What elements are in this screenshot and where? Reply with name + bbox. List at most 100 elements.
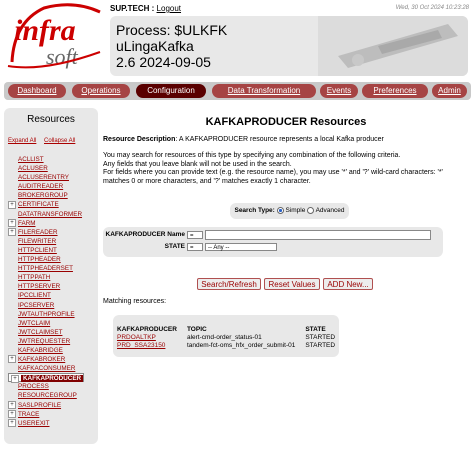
expand-toggle-icon[interactable]: +: [8, 409, 16, 418]
sidebar-item-label: FILEWRITER: [18, 237, 57, 245]
simple-radio[interactable]: [276, 206, 284, 214]
expand-all-link[interactable]: Expand All: [8, 138, 36, 144]
sidebar-item-jwtauthprofile[interactable]: JWTAUTHPROFILE: [8, 310, 82, 319]
search-type-label: Search Type:: [234, 207, 275, 214]
sidebar-item-auditreader[interactable]: AUDITREADER: [8, 182, 82, 191]
sidebar-item-acluserentry[interactable]: ACLUSERENTRY: [8, 173, 82, 182]
resources-sidebar: Resources Expand All Collapse All ACLLIS…: [4, 108, 98, 444]
sidebar-item-trace[interactable]: + TRACE: [8, 409, 82, 419]
tab-dashboard[interactable]: Dashboard: [8, 84, 66, 98]
sidebar-item-label: HTTPPATH: [18, 274, 51, 282]
resource-link[interactable]: PRD_SSA23150: [117, 341, 187, 349]
sidebar-item-datatransformer[interactable]: DATATRANSFORMER: [8, 210, 82, 219]
main-navigation: Dashboard Operations Configuration Data …: [4, 82, 471, 100]
sidebar-item-label: KAFKABRIDGE: [18, 346, 63, 354]
tab-events[interactable]: Events: [320, 84, 358, 98]
name-input[interactable]: [205, 230, 431, 240]
sidebar-item-ipcserver[interactable]: IPCSERVER: [8, 301, 82, 310]
sidebar-item-label: IPCSERVER: [18, 301, 55, 309]
sidebar-item-label: DATATRANSFORMER: [18, 210, 83, 218]
sidebar-item-label: ACLUSERENTRY: [18, 174, 69, 182]
sidebar-item-kafkabroker[interactable]: + KAFKABROKER: [8, 355, 82, 364]
help-text-3: For fields where you can provide text (e…: [103, 169, 443, 185]
sidebar-item-acllist[interactable]: ACLLIST: [8, 155, 82, 164]
search-type-box: Search Type: Simple Advanced: [230, 203, 349, 219]
sidebar-item-label: BROKERGROUP: [18, 192, 68, 200]
sidebar-item-label: JWTAUTHPROFILE: [18, 310, 75, 318]
expand-toggle-icon[interactable]: +: [8, 355, 16, 364]
reset-values-button[interactable]: Reset Values: [264, 278, 320, 290]
sidebar-item-ipcclient[interactable]: IPCCLIENT: [8, 291, 82, 300]
sidebar-item-label: JWTCLAIM: [18, 319, 51, 327]
name-operator-select[interactable]: =: [187, 231, 203, 239]
results-panel: KAFKAPRODUCER TOPIC STATE PRDOALTKP aler…: [113, 315, 339, 357]
collapse-all-link[interactable]: Collapse All: [44, 138, 75, 144]
state-cell: STARTED: [305, 333, 336, 341]
sidebar-item-farm[interactable]: + FARM: [8, 218, 82, 228]
search-refresh-button[interactable]: Search/Refresh: [197, 278, 261, 290]
expand-toggle-icon[interactable]: +: [8, 200, 16, 209]
logout-link[interactable]: Logout: [157, 4, 181, 13]
tab-admin[interactable]: Admin: [432, 84, 467, 98]
expand-toggle-icon[interactable]: +: [11, 374, 19, 383]
sidebar-item-userexit[interactable]: + USEREXIT: [8, 419, 82, 428]
sidebar-item-label: CERTIFICATE: [18, 201, 59, 209]
sidebar-item-label: HTTPHEADER: [18, 256, 61, 264]
sidebar-item-label: KAFKAPRODUCER: [21, 375, 84, 383]
sidebar-item-filereader[interactable]: + FILEREADER: [8, 228, 82, 237]
sidebar-item-label: KAFKABROKER: [18, 356, 66, 364]
sidebar-item-label: HTTPSERVER: [18, 283, 61, 291]
sidebar-item-httpclient[interactable]: HTTPCLIENT: [8, 246, 82, 255]
sidebar-item-label: PROCESS: [18, 383, 49, 391]
expand-toggle-icon[interactable]: +: [8, 419, 16, 428]
sidebar-item-certificate[interactable]: + CERTIFICATE: [8, 200, 82, 209]
advanced-radio[interactable]: [307, 206, 315, 214]
help-text-1: You may search for resources of this typ…: [103, 152, 401, 159]
tab-operations[interactable]: Operations: [72, 84, 130, 98]
table-row: PRD_SSA23150 tandem-fct-oms_hfx_order_su…: [117, 341, 345, 349]
sidebar-item-jwtclaimset[interactable]: JWTCLAIMSET: [8, 328, 82, 337]
sidebar-item-httpheader[interactable]: HTTPHEADER: [8, 255, 82, 264]
state-cell: STARTED: [305, 341, 336, 349]
description-label: Resource Description: [103, 136, 176, 143]
add-new-button[interactable]: ADD New...: [323, 278, 373, 290]
table-row: PRDOALTKP alert-cmd-order_status-01 STAR…: [117, 333, 345, 341]
tab-configuration[interactable]: Configuration: [136, 84, 206, 98]
sidebar-title: Resources: [27, 114, 75, 125]
sidebar-item-label: FILEREADER: [18, 228, 58, 236]
expand-toggle-icon[interactable]: +: [8, 228, 16, 237]
sidebar-item-label: ACLUSER: [18, 165, 48, 173]
sidebar-item-httpserver[interactable]: HTTPSERVER: [8, 282, 82, 291]
process-banner: Process: $ULKFK uLingaKafka 2.6 2024-09-…: [110, 16, 468, 76]
sidebar-item-saslprofile[interactable]: + SASLPROFILE: [8, 400, 82, 410]
results-table: KAFKAPRODUCER TOPIC STATE PRDOALTKP aler…: [117, 325, 345, 349]
tab-preferences[interactable]: Preferences: [362, 84, 428, 98]
sidebar-item-kafkaproducer[interactable]: + KAFKAPRODUCER: [8, 373, 85, 383]
sidebar-item-httppath[interactable]: HTTPPATH: [8, 273, 82, 282]
sidebar-item-label: TRACE: [18, 410, 40, 418]
expand-toggle-icon[interactable]: +: [8, 218, 16, 227]
sidebar-item-brokergroup[interactable]: BROKERGROUP: [8, 191, 82, 200]
search-form: KAFKAPRODUCER Name = STATE = -- Any --: [103, 227, 443, 257]
sidebar-item-httpheaderset[interactable]: HTTPHEADERSET: [8, 264, 82, 273]
state-operator-select[interactable]: =: [187, 243, 203, 251]
sidebar-item-jwtclaim[interactable]: JWTCLAIM: [8, 319, 82, 328]
topic-cell: tandem-fct-oms_hfx_order_submit-01: [186, 341, 296, 349]
sidebar-item-resourcegroup[interactable]: RESOURCEGROUP: [8, 391, 82, 400]
resource-link[interactable]: PRDOALTKP: [117, 333, 187, 341]
sidebar-item-acluser[interactable]: ACLUSER: [8, 164, 82, 173]
infrasoft-logo: infra soft: [7, 3, 101, 69]
sidebar-item-label: KAFKACONSUMER: [18, 365, 76, 373]
sidebar-item-jwtrequester[interactable]: JWTREQUESTER: [8, 337, 82, 346]
sidebar-item-filewriter[interactable]: FILEWRITER: [8, 237, 82, 246]
sidebar-item-kafkaconsumer[interactable]: KAFKACONSUMER: [8, 364, 82, 373]
expand-toggle-icon[interactable]: +: [8, 400, 16, 409]
sidebar-item-process[interactable]: PROCESS: [8, 382, 82, 391]
sidebar-item-kafkabridge[interactable]: KAFKABRIDGE: [8, 346, 82, 355]
sidebar-item-label: SASLPROFILE: [18, 401, 62, 409]
simple-label: Simple: [285, 207, 306, 214]
tab-data-transformation[interactable]: Data Transformation: [212, 84, 316, 98]
banner-decoration: [318, 16, 468, 76]
column-header: STATE: [305, 325, 326, 333]
state-select[interactable]: -- Any --: [205, 243, 277, 251]
